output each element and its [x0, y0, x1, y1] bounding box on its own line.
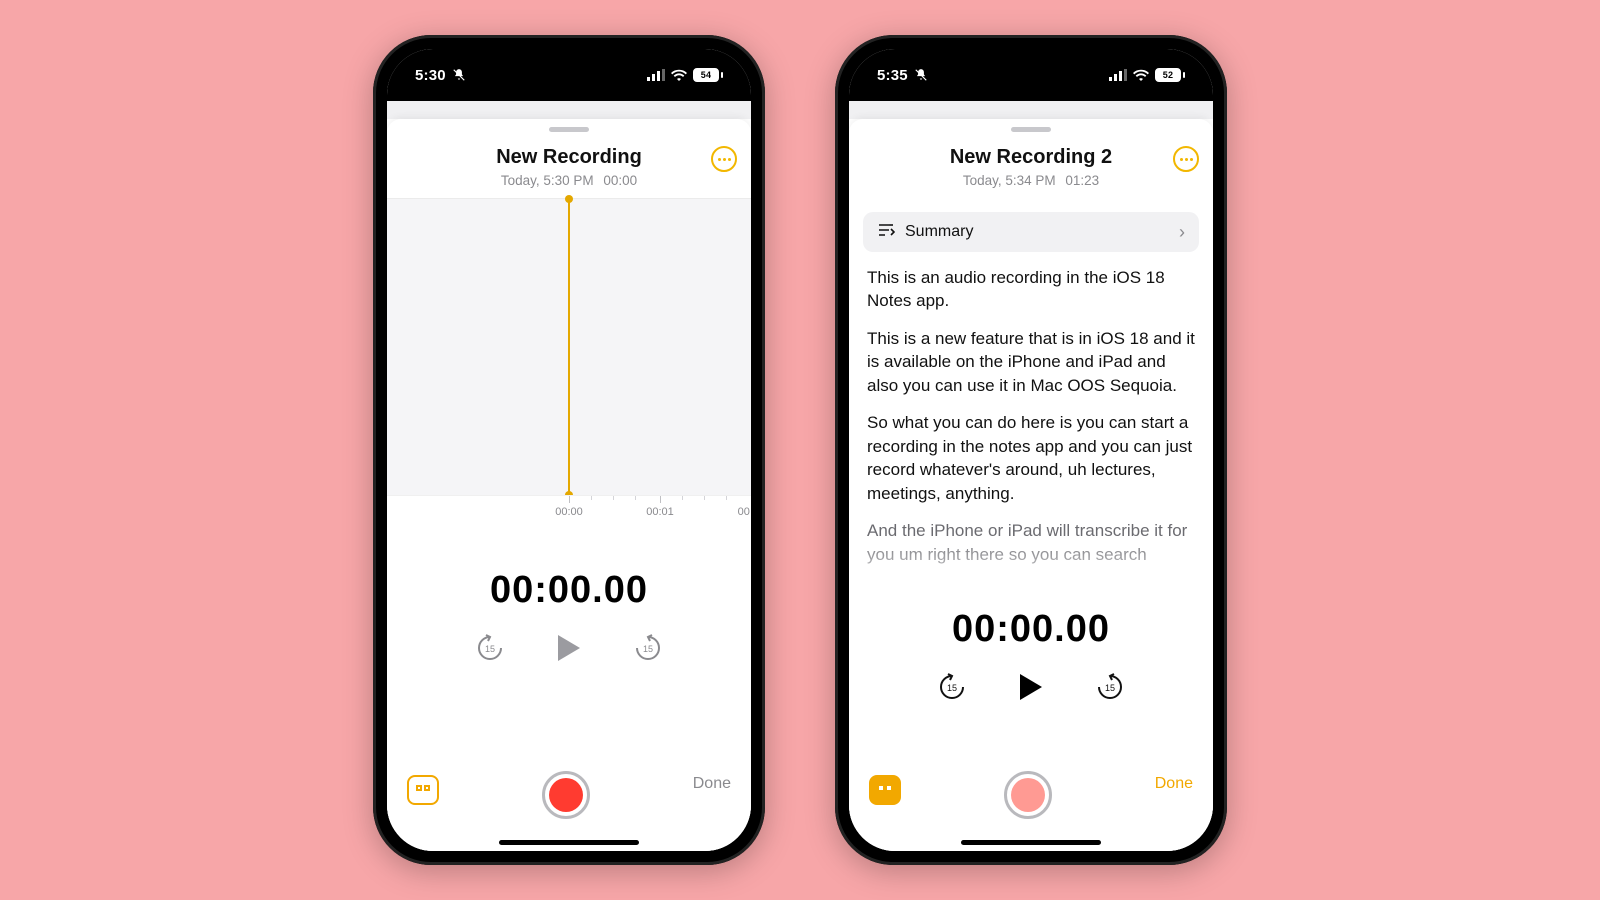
dynamic-island: [512, 63, 627, 95]
chevron-right-icon: ›: [1179, 222, 1185, 243]
phone-right: 5:35 52: [835, 35, 1227, 865]
playback-controls: 15 15: [849, 671, 1213, 703]
recording-duration: 01:23: [1065, 173, 1099, 188]
bottom-toolbar: Done: [387, 761, 751, 851]
status-time: 5:30: [415, 67, 446, 84]
silent-mode-icon: [914, 68, 928, 82]
transcript-paragraph: And the iPhone or iPad will transcribe i…: [867, 519, 1195, 566]
cellular-icon: [1109, 69, 1127, 81]
record-indicator-icon: [1011, 778, 1045, 812]
screen-right: 5:35 52: [849, 49, 1213, 851]
playhead-handle-top: [565, 195, 573, 203]
wifi-icon: [671, 69, 687, 81]
status-time: 5:35: [877, 67, 908, 84]
phone-left: 5:30 54: [373, 35, 765, 865]
record-button[interactable]: [542, 771, 590, 819]
wifi-icon: [1133, 69, 1149, 81]
recording-date: Today, 5:30 PM: [501, 173, 594, 188]
skip-back-15-button[interactable]: 15: [474, 632, 506, 664]
bottom-toolbar: Done: [849, 761, 1213, 851]
playback-timer: 00:00.00: [849, 608, 1213, 651]
skip-forward-15-button[interactable]: 15: [1094, 671, 1126, 703]
svg-text:15: 15: [643, 644, 653, 654]
transcript-text[interactable]: This is an audio recording in the iOS 18…: [849, 266, 1213, 596]
playback-controls: 15 15: [387, 632, 751, 664]
record-button[interactable]: [1004, 771, 1052, 819]
play-button[interactable]: [1016, 672, 1046, 702]
tick-label-2: 00: [738, 506, 750, 518]
done-button[interactable]: Done: [1155, 775, 1193, 793]
recording-duration: 00:00: [603, 173, 637, 188]
record-indicator-icon: [549, 778, 583, 812]
skip-back-15-button[interactable]: 15: [936, 671, 968, 703]
waveform-area[interactable]: [387, 199, 751, 495]
screen-left: 5:30 54: [387, 49, 751, 851]
silent-mode-icon: [452, 68, 466, 82]
playback-timer: 00:00.00: [387, 569, 751, 612]
done-button[interactable]: Done: [693, 775, 731, 793]
recording-header: New Recording Today, 5:30 PM 00:00: [387, 132, 751, 199]
summary-icon: [877, 222, 895, 243]
tick-label-0: 00:00: [555, 506, 583, 518]
dynamic-island: [974, 63, 1089, 95]
transcript-paragraph: This is an audio recording in the iOS 18…: [867, 266, 1195, 313]
home-indicator[interactable]: [961, 840, 1101, 845]
svg-text:15: 15: [1105, 683, 1115, 693]
playhead-line: [568, 199, 570, 495]
recording-title: New Recording: [405, 146, 733, 169]
battery-indicator: 52: [1155, 68, 1185, 82]
recording-title: New Recording 2: [867, 146, 1195, 169]
home-indicator[interactable]: [499, 840, 639, 845]
cellular-icon: [647, 69, 665, 81]
svg-text:15: 15: [485, 644, 495, 654]
tick-label-1: 00:01: [646, 506, 674, 518]
recording-header: New Recording 2 Today, 5:34 PM 01:23: [849, 132, 1213, 198]
ellipsis-icon: [1180, 158, 1193, 161]
summary-label: Summary: [905, 223, 973, 241]
summary-button[interactable]: Summary ›: [863, 212, 1199, 252]
transcript-paragraph: So what you can do here is you can start…: [867, 411, 1195, 505]
ellipsis-icon: [718, 158, 731, 161]
skip-forward-15-button[interactable]: 15: [632, 632, 664, 664]
more-options-button[interactable]: [1173, 146, 1199, 172]
transcript-toggle-button[interactable]: [407, 775, 439, 805]
timeline-ruler[interactable]: 00:00 00:01 00: [387, 495, 751, 521]
transcript-paragraph: This is a new feature that is in iOS 18 …: [867, 327, 1195, 397]
svg-text:15: 15: [947, 683, 957, 693]
battery-indicator: 54: [693, 68, 723, 82]
more-options-button[interactable]: [711, 146, 737, 172]
play-button[interactable]: [554, 633, 584, 663]
recording-date: Today, 5:34 PM: [963, 173, 1056, 188]
transcript-toggle-button[interactable]: [869, 775, 901, 805]
